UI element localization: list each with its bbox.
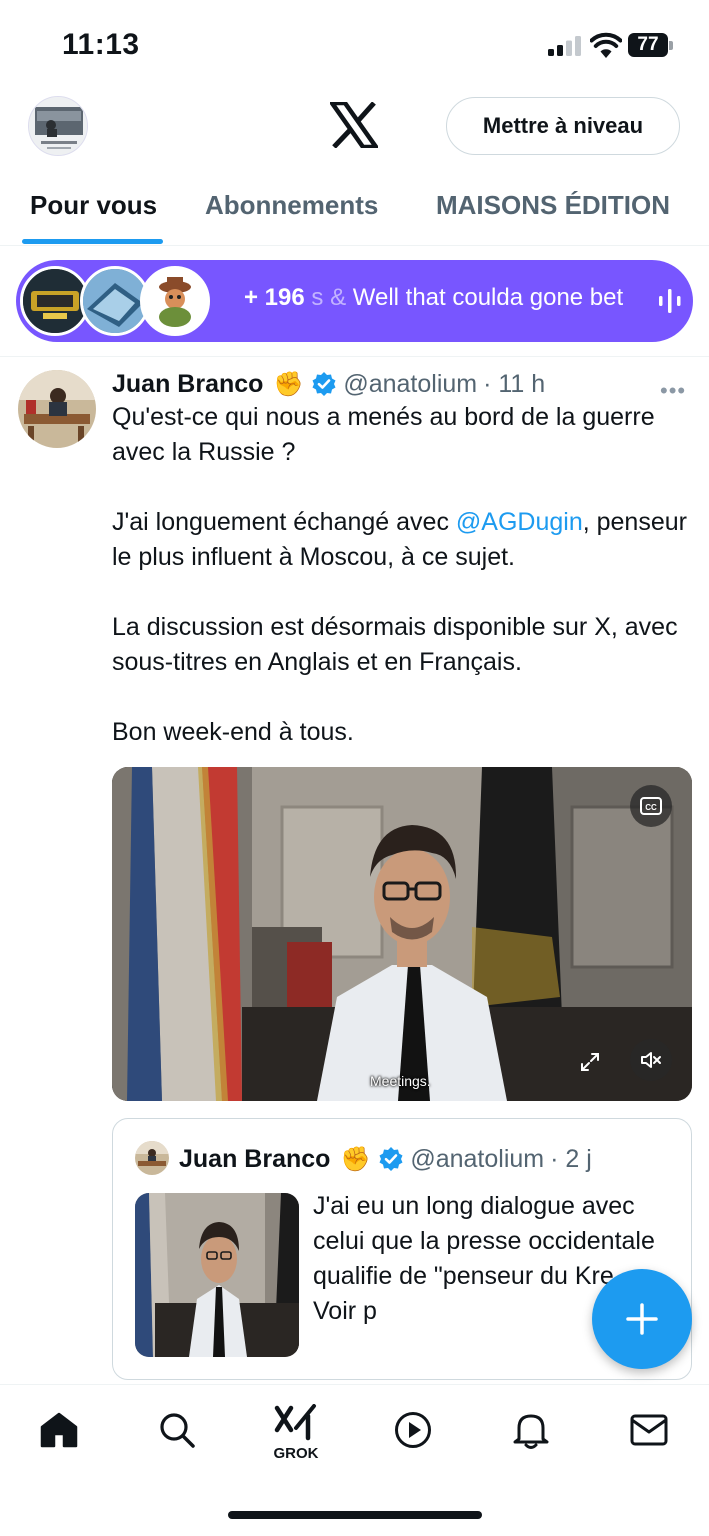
battery-level: 77 — [628, 33, 668, 57]
tweet-paragraph: La discussion est désormais disponible s… — [112, 613, 678, 676]
closed-captions-button[interactable]: CC — [630, 785, 672, 827]
mute-icon[interactable] — [630, 1039, 672, 1081]
home-indicator — [228, 1511, 482, 1519]
bottom-navigation: GROK — [0, 1384, 709, 1536]
video-subtitle: Meetings. — [370, 1073, 431, 1089]
tab-pour-vous[interactable]: Pour vous — [30, 190, 157, 221]
x-logo-icon[interactable] — [330, 102, 378, 148]
profile-avatar[interactable] — [28, 96, 88, 156]
quoted-video-thumbnail — [135, 1193, 299, 1357]
home-tab[interactable] — [34, 1405, 84, 1455]
quoted-timestamp: · 2 j — [550, 1144, 592, 1173]
tab-maisons-edition[interactable]: MAISONS ÉDITION — [436, 190, 670, 221]
status-bar: 11:13 77 — [0, 0, 709, 90]
spaces-topic: Well that coulda gone bet — [346, 284, 624, 311]
spaces-fade-text: s & — [311, 284, 347, 311]
tweet-timestamp[interactable]: · 11 h — [483, 370, 545, 399]
tab-abonnements[interactable]: Abonnements — [205, 190, 378, 221]
bell-icon — [513, 1414, 549, 1449]
tweet-author-avatar[interactable] — [18, 370, 96, 448]
raised-fist-emoji: ✊ — [340, 1145, 371, 1173]
mention-link[interactable]: @AGDugin — [456, 508, 583, 536]
envelope-icon — [630, 1414, 668, 1446]
active-tab-indicator — [22, 239, 163, 244]
tweet-text: Qu'est-ce qui nous a menés au bord de la… — [112, 400, 692, 750]
video-tab[interactable] — [388, 1405, 438, 1455]
spaces-bar[interactable]: + 196 s & Well that coulda gone bet — [16, 260, 693, 342]
svg-text:CC: CC — [645, 803, 657, 812]
notifications-tab[interactable] — [506, 1405, 556, 1455]
grok-tab[interactable] — [271, 1399, 321, 1449]
listener-count: + 196 — [244, 284, 305, 311]
status-time: 11:13 — [62, 28, 140, 61]
tweet-paragraph: Qu'est-ce qui nous a menés au bord de la… — [112, 403, 655, 466]
compose-post-button[interactable] — [592, 1269, 692, 1369]
tweet-header: Juan Branco ✊ @anatolium · 11 h — [112, 366, 545, 402]
tweet-paragraph: J'ai longuement échangé avec @AGDugin, p… — [112, 508, 687, 571]
cellular-signal-icon — [548, 36, 581, 56]
tweet-author-name[interactable]: Juan Branco — [112, 370, 263, 399]
space-host-avatar — [140, 266, 210, 336]
tweet-author-handle[interactable]: @anatolium — [343, 370, 477, 399]
grok-icon — [274, 1404, 316, 1441]
divider — [0, 356, 709, 357]
upgrade-button[interactable]: Mettre à niveau — [446, 97, 680, 155]
fullscreen-icon[interactable] — [569, 1041, 611, 1083]
plus-icon — [626, 1303, 658, 1335]
grok-label: GROK — [273, 1445, 319, 1462]
search-icon — [160, 1413, 195, 1448]
home-icon — [40, 1412, 78, 1448]
verified-badge-icon — [312, 372, 336, 396]
quoted-author-avatar — [135, 1141, 169, 1175]
play-circle-icon — [395, 1412, 431, 1448]
wifi-icon — [590, 32, 622, 58]
raised-fist-emoji: ✊ — [273, 370, 304, 398]
spaces-title: + 196 s & Well that coulda gone bet — [244, 284, 623, 312]
verified-badge-icon — [379, 1147, 403, 1171]
timeline-tabs: Pour vous Abonnements MAISONS ÉDITION — [0, 180, 709, 246]
battery-icon: 77 — [628, 33, 674, 57]
quoted-author-handle: @anatolium — [410, 1144, 545, 1173]
search-tab[interactable] — [152, 1405, 202, 1455]
messages-tab[interactable] — [624, 1405, 674, 1455]
tweet-paragraph: Bon week-end à tous. — [112, 718, 354, 746]
quoted-author-name: Juan Branco — [179, 1144, 331, 1173]
quoted-tweet-header: Juan Branco ✊ @anatolium · 2 j — [179, 1141, 592, 1177]
audio-wave-icon — [659, 289, 681, 313]
tweet-video[interactable]: CC Meetings. — [112, 767, 692, 1101]
